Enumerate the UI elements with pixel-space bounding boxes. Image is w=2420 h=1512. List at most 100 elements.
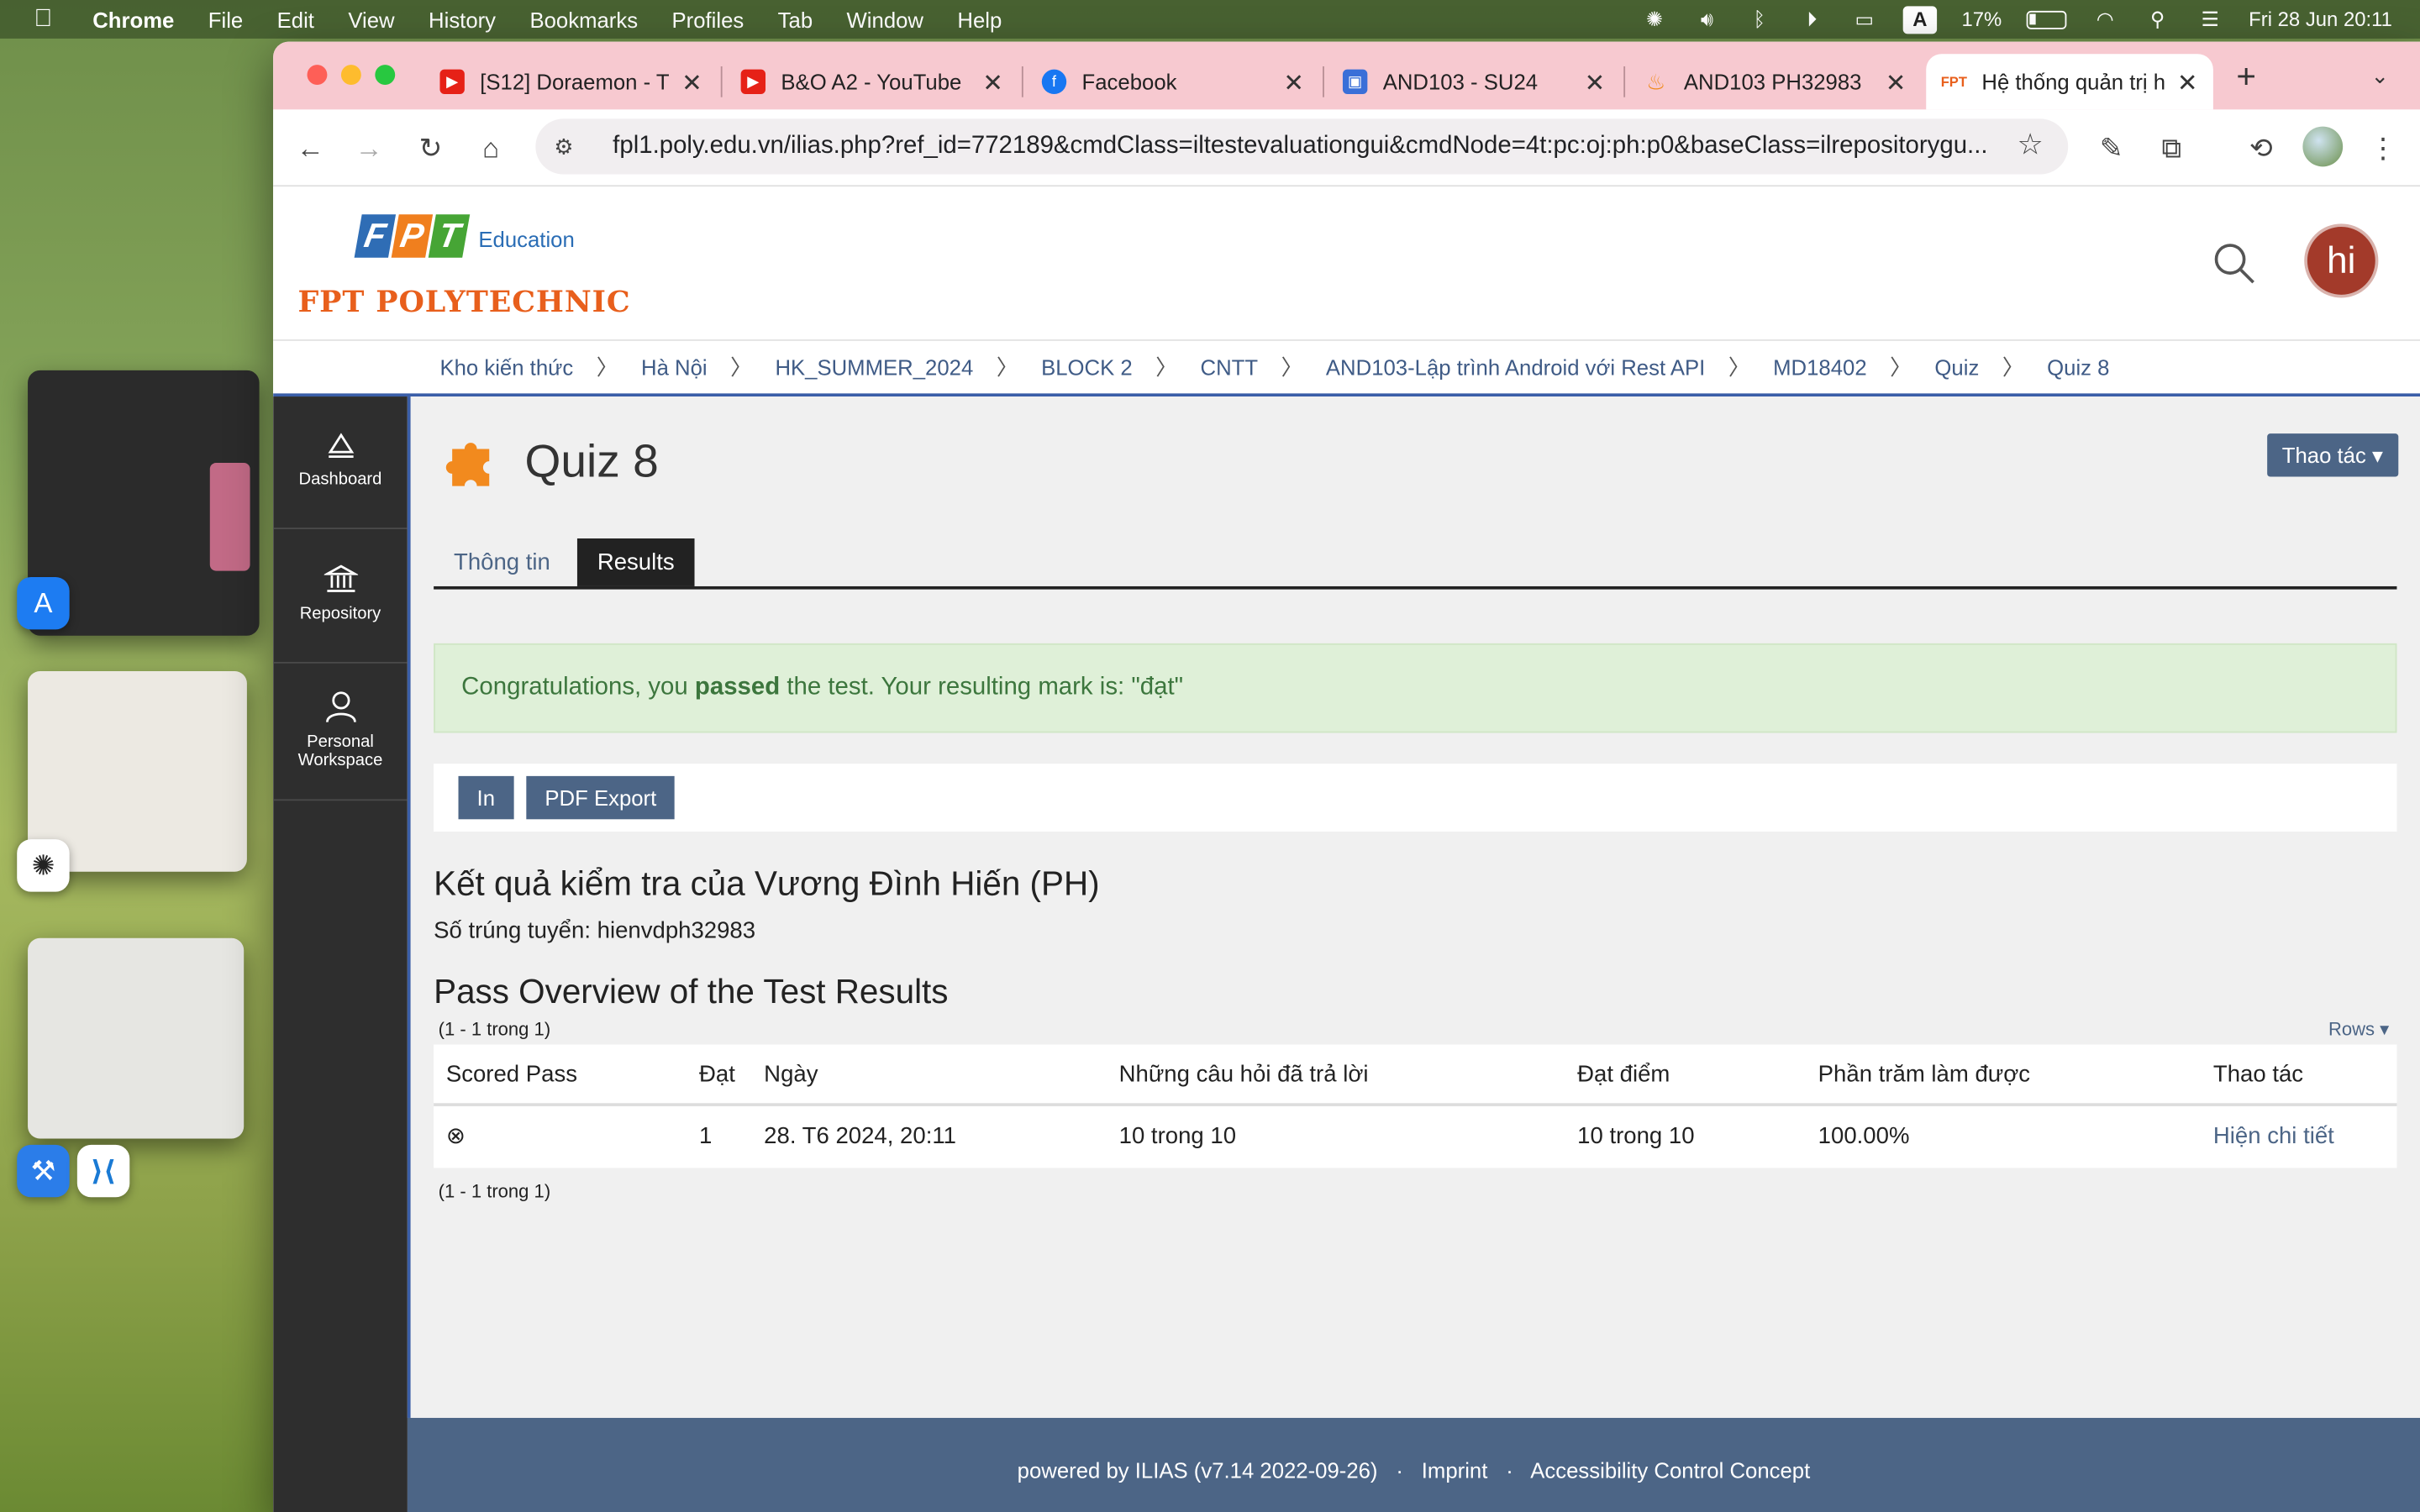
chrome-menu-icon[interactable]: ⋮ xyxy=(2363,128,2403,168)
classroom-icon: ▣ xyxy=(1342,69,1368,95)
show-details-link[interactable]: Hiện chi tiết xyxy=(2213,1106,2334,1168)
url-text[interactable]: fpl1.poly.edu.vn/ilias.php?ref_id=772189… xyxy=(613,133,2017,160)
search-icon[interactable] xyxy=(2213,242,2256,285)
new-tab-button[interactable]: + xyxy=(2236,57,2256,97)
firebase-icon: ♨ xyxy=(1646,68,1666,94)
menu-help[interactable]: Help xyxy=(957,7,1002,31)
breadcrumb-item[interactable]: Quiz xyxy=(1934,354,1979,379)
tab-close-icon[interactable]: ✕ xyxy=(1283,68,1304,99)
tab-close-icon[interactable]: ✕ xyxy=(1886,68,1907,99)
tab-thong-tin[interactable]: Thông tin xyxy=(434,538,571,586)
rows-dropdown-button[interactable]: Rows ▾ xyxy=(2328,1018,2389,1040)
address-bar[interactable]: ⚙ fpl1.poly.edu.vn/ilias.php?ref_id=7721… xyxy=(535,118,2069,175)
xcode-instruments-icon[interactable]: A xyxy=(17,576,70,630)
bluetooth-icon[interactable]: ᛒ xyxy=(1745,8,1773,30)
wifi-icon[interactable]: ◠ xyxy=(2091,8,2119,30)
forward-button[interactable]: → xyxy=(349,128,389,168)
export-toolbar: In PDF Export xyxy=(434,764,2397,832)
tab-title: Facebook xyxy=(1081,69,1177,95)
menu-app-name[interactable]: Chrome xyxy=(92,7,174,31)
tab-and103-su24[interactable]: ▣ AND103 - SU24 ✕ xyxy=(1328,54,1621,109)
web-page: F P T Education FPT POLYTECHNIC hi Kho k… xyxy=(273,186,2420,1512)
breadcrumb-item[interactable]: AND103-Lập trình Android với Rest API xyxy=(1326,354,1705,379)
breadcrumb-item[interactable]: BLOCK 2 xyxy=(1041,354,1133,379)
minimize-window-button[interactable] xyxy=(340,65,361,86)
logo-t: T xyxy=(428,214,471,258)
menu-view[interactable]: View xyxy=(348,7,394,31)
accessibility-link[interactable]: Accessibility Control Concept xyxy=(1530,1458,1810,1483)
battery-icon[interactable] xyxy=(2026,9,2067,29)
play-icon[interactable]: ⏵ xyxy=(1798,8,1826,30)
alert-text-before: Congratulations, you xyxy=(461,674,695,701)
pdf-export-button[interactable]: PDF Export xyxy=(526,775,676,820)
breadcrumb-current[interactable]: Quiz 8 xyxy=(2047,354,2109,379)
tab-search-chevron-icon[interactable]: ⌄ xyxy=(2359,55,2402,96)
tab-results[interactable]: Results xyxy=(576,538,695,586)
sidebar-item-repository[interactable]: Repository xyxy=(273,531,408,664)
facebook-icon: f xyxy=(1041,69,1067,95)
pagination-count-top: (1 - 1 trong 1) xyxy=(438,1018,551,1040)
sidebar-item-label: Repository xyxy=(299,605,381,624)
vscode-icon[interactable]: ⟩⟨ xyxy=(76,1144,130,1198)
stage-manager-icon[interactable]: ▭ xyxy=(1850,8,1878,30)
spotlight-icon[interactable]: ⚲ xyxy=(2144,8,2171,30)
table-row: ⊗ 1 28. T6 2024, 20:11 10 trong 10 10 tr… xyxy=(434,1105,2397,1168)
tab-bo-a2-youtube[interactable]: ▶ B&O A2 - YouTube ✕ xyxy=(725,54,1018,109)
sidebar-item-dashboard[interactable]: Dashboard xyxy=(273,396,408,530)
control-center-icon[interactable]: ☰ xyxy=(2196,8,2224,30)
tab-close-icon[interactable]: ✕ xyxy=(1585,68,1606,99)
menu-profiles[interactable]: Profiles xyxy=(671,7,744,31)
clock[interactable]: Fri 28 Jun 20:11 xyxy=(2249,8,2392,31)
extensions-puzzle-icon[interactable]: ⧉ xyxy=(2151,128,2191,168)
breadcrumb-item[interactable]: MD18402 xyxy=(1773,354,1866,379)
tab-and103-firebase[interactable]: ♨ AND103 PH32983 ✕ xyxy=(1628,54,1922,109)
menu-tab[interactable]: Tab xyxy=(778,7,813,31)
menu-edit[interactable]: Edit xyxy=(277,7,314,31)
input-source-icon[interactable]: A xyxy=(1902,5,1938,34)
menu-file[interactable]: File xyxy=(208,7,243,31)
back-button[interactable]: ← xyxy=(290,128,330,168)
reload-button[interactable]: ↻ xyxy=(411,128,451,168)
logo-education-text: Education xyxy=(478,227,575,252)
zoom-window-button[interactable] xyxy=(375,65,396,86)
print-button[interactable]: In xyxy=(458,775,514,820)
fpt-education-logo[interactable]: F P T Education xyxy=(354,214,575,258)
breadcrumb-item[interactable]: HK_SUMMER_2024 xyxy=(775,354,973,379)
breadcrumb-item[interactable]: Kho kiến thức xyxy=(439,354,573,379)
sync-extension-icon[interactable]: ⟲ xyxy=(2241,128,2281,168)
imprint-link[interactable]: Imprint xyxy=(1422,1458,1488,1483)
breadcrumb-item[interactable]: Hà Nội xyxy=(641,354,708,379)
breadcrumb-item[interactable]: CNTT xyxy=(1201,354,1259,379)
menu-history[interactable]: History xyxy=(429,7,496,31)
home-button[interactable]: ⌂ xyxy=(471,128,511,168)
eyedropper-extension-icon[interactable]: ✎ xyxy=(2091,128,2132,168)
chatgpt-icon[interactable]: ✺ xyxy=(17,839,70,892)
sidebar-item-personal-workspace[interactable]: Personal Workspace xyxy=(273,665,408,801)
page-title: Quiz 8 xyxy=(524,436,659,488)
column-header: Scored Pass xyxy=(445,1061,578,1088)
menu-window[interactable]: Window xyxy=(847,7,923,31)
xcode-icon[interactable]: ⚒ xyxy=(17,1144,70,1198)
profile-avatar-icon[interactable] xyxy=(2302,126,2344,167)
desktop-window-thumbnail-editor[interactable] xyxy=(28,937,245,1139)
tab-he-thong-quan-tri[interactable]: FPT Hệ thống quản trị h ✕ xyxy=(1926,54,2213,110)
bookmark-star-icon[interactable]: ☆ xyxy=(2018,128,2044,163)
tab-doraemon[interactable]: ▶ [S12] Doraemon - T ✕ xyxy=(424,54,718,109)
chatgpt-status-icon[interactable]: ✺ xyxy=(1640,8,1668,30)
scored-pass-cell: ⊗ xyxy=(445,1123,466,1150)
chevron-right-icon: 〉 xyxy=(996,354,1018,380)
tab-facebook[interactable]: f Facebook ✕ xyxy=(1026,54,1319,109)
close-window-button[interactable] xyxy=(307,65,328,86)
tab-close-icon[interactable]: ✕ xyxy=(982,68,1003,99)
tab-close-icon[interactable]: ✕ xyxy=(681,68,702,99)
menu-bookmarks[interactable]: Bookmarks xyxy=(529,7,638,31)
user-avatar[interactable]: hi xyxy=(2304,223,2379,298)
actions-dropdown-button[interactable]: Thao tác ▾ xyxy=(2266,433,2399,477)
tab-close-icon[interactable]: ✕ xyxy=(2177,68,2198,99)
site-info-icon[interactable]: ⚙ xyxy=(554,134,585,160)
volume-icon[interactable]: 🔊︎ xyxy=(1693,8,1721,30)
apple-menu-icon[interactable]:  xyxy=(34,5,65,33)
column-header: Thao tác xyxy=(2212,1061,2304,1088)
powered-by-text[interactable]: powered by ILIAS (v7.14 2022-09-26) xyxy=(1018,1458,1378,1483)
tab-title: AND103 PH32983 xyxy=(1683,69,1862,95)
